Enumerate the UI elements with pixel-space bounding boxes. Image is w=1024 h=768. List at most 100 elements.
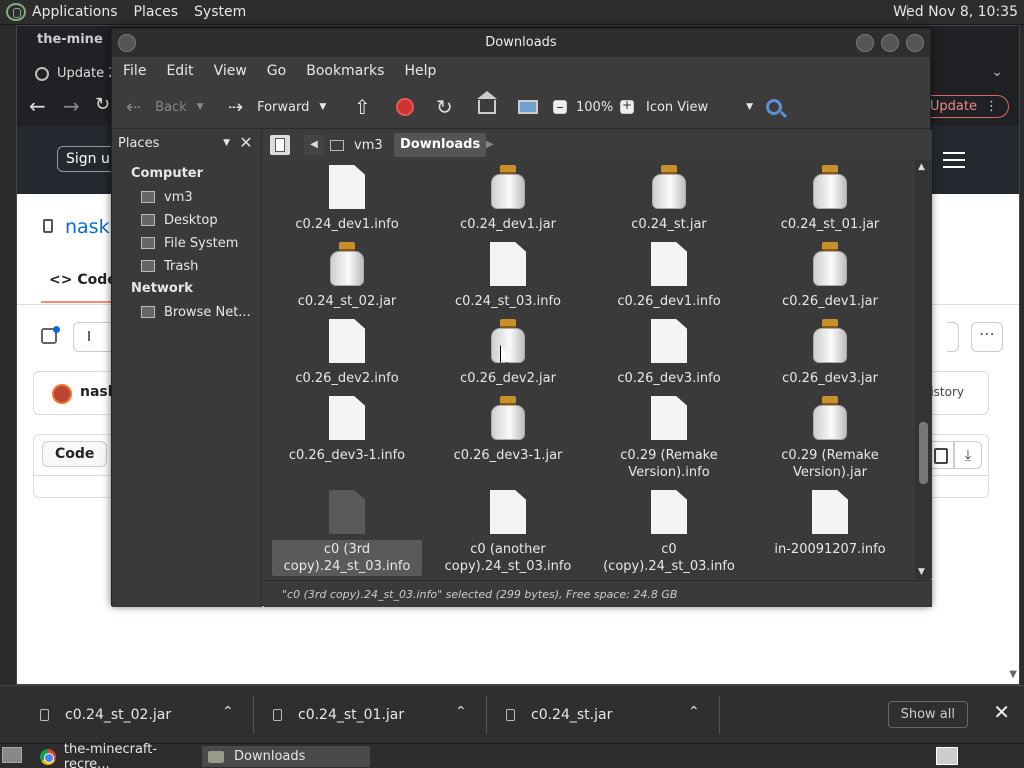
download-item[interactable]: c0.24_st_01.jar: [273, 686, 404, 744]
view-mode-select[interactable]: Icon View ▼: [646, 85, 753, 129]
scroll-down-arrow[interactable]: ▼: [918, 567, 925, 577]
home-button[interactable]: [477, 85, 497, 129]
download-icon[interactable]: ⤓: [954, 441, 982, 469]
menu-view[interactable]: View: [214, 63, 247, 79]
hamburger-menu-icon[interactable]: [943, 152, 965, 168]
download-item[interactable]: c0.24_st_02.jar: [40, 686, 171, 744]
back-button[interactable]: ⇠ Back ▼: [126, 85, 204, 129]
show-all-button[interactable]: Show all: [887, 701, 968, 728]
file-item[interactable]: c0.26_dev2.jar: [433, 319, 583, 388]
avatar[interactable]: [52, 384, 72, 404]
zoom-in-button[interactable]: [620, 85, 634, 129]
chevron-up-icon[interactable]: ⌃: [688, 704, 700, 720]
vertical-scrollbar[interactable]: ▲ ▼: [915, 160, 932, 579]
file-item[interactable]: c0.26_dev3-1.info: [272, 396, 422, 465]
chevron-up-icon[interactable]: ⌃: [455, 704, 467, 720]
file-item[interactable]: c0 (another copy).24_st_03.info: [433, 490, 583, 576]
file-item[interactable]: c0.26_dev1.info: [594, 242, 744, 311]
file-item[interactable]: c0.26_dev3-1.jar: [433, 396, 583, 465]
scrollbar-thumb[interactable]: [919, 422, 928, 484]
sidebar-item-browse-network[interactable]: Browse Net...: [141, 302, 251, 322]
back-button-label: Back: [155, 99, 187, 115]
zoom-out-button[interactable]: [553, 85, 567, 129]
file-item[interactable]: c0.26_dev3.jar: [755, 319, 905, 388]
menu-edit[interactable]: Edit: [166, 63, 193, 79]
side-pane-selector[interactable]: Places ▼: [118, 136, 230, 156]
sidebar-item-vm3[interactable]: vm3: [141, 187, 193, 207]
file-item[interactable]: c0.26_dev3.info: [594, 319, 744, 388]
close-icon[interactable]: ✕: [993, 700, 1010, 724]
file-item[interactable]: c0.29 (Remake Version).jar: [755, 396, 905, 482]
forward-button[interactable]: ⇢ Forward ▼: [228, 85, 326, 129]
sidebar-item-trash[interactable]: Trash: [141, 256, 198, 276]
sidebar-item-desktop[interactable]: Desktop: [141, 210, 218, 230]
file-item[interactable]: c0.26_dev2.info: [272, 319, 422, 388]
file-item-selected[interactable]: c0 (3rd copy).24_st_03.info: [272, 490, 422, 576]
menu-file[interactable]: File: [123, 63, 146, 79]
downloads-shelf: c0.24_st_02.jar ⌃ c0.24_st_01.jar ⌃ c0.2…: [0, 685, 1024, 743]
file-item[interactable]: c0.24_st_02.jar: [272, 242, 422, 311]
download-item[interactable]: c0.24_st.jar: [506, 686, 612, 744]
panel-menu-applications[interactable]: Applications: [32, 4, 118, 20]
file-item[interactable]: c0.26_dev1.jar: [755, 242, 905, 311]
taskbar-item-downloads[interactable]: Downloads: [202, 746, 370, 767]
scroll-down-arrow[interactable]: ▼: [1009, 669, 1017, 680]
path-scroll-left-icon[interactable]: ◀: [304, 135, 324, 155]
file-item[interactable]: c0.29 (Remake Version).info: [594, 396, 744, 482]
breadcrumb-current[interactable]: Downloads: [394, 133, 487, 157]
minimize-icon[interactable]: [856, 34, 874, 52]
code-button[interactable]: Code: [42, 441, 108, 467]
chevron-up-icon[interactable]: ⌃: [222, 704, 234, 720]
file-item[interactable]: c0.24_dev1.info: [272, 165, 422, 234]
text-file-icon: [812, 490, 848, 534]
scroll-up-arrow[interactable]: ▲: [918, 162, 925, 172]
chevron-down-icon: ▼: [746, 102, 754, 112]
text-file-icon: [490, 490, 526, 534]
browser-update-button[interactable]: Update ⋮: [918, 95, 1009, 118]
github-icon: [35, 66, 49, 81]
workspace-switcher-icon[interactable]: [936, 747, 958, 765]
chevron-down-icon[interactable]: ⌄: [991, 64, 1003, 80]
gnome-foot-icon[interactable]: [6, 3, 26, 21]
maximize-icon[interactable]: [881, 34, 899, 52]
stop-button[interactable]: [396, 85, 414, 129]
close-icon[interactable]: ✕: [236, 133, 256, 155]
forward-arrow-icon[interactable]: →: [63, 94, 80, 118]
panel-menu-system[interactable]: System: [194, 4, 246, 20]
computer-button[interactable]: [518, 85, 538, 129]
search-input-edge[interactable]: [947, 322, 959, 352]
chevron-down-icon[interactable]: ▼: [319, 102, 326, 112]
browser-update-button-label: Update: [929, 99, 977, 114]
file-item[interactable]: c0.24_st_03.info: [433, 242, 583, 311]
menu-go[interactable]: Go: [267, 63, 286, 79]
menu-bookmarks[interactable]: Bookmarks: [306, 63, 384, 79]
repo-name-link[interactable]: nask: [65, 216, 110, 238]
breadcrumb-home[interactable]: vm3: [330, 135, 383, 155]
browser-update-label: Update 2: [57, 66, 117, 81]
file-item[interactable]: c0.24_st_01.jar: [755, 165, 905, 234]
reload-icon[interactable]: ↻: [95, 94, 110, 115]
more-options-button[interactable]: ⋯: [971, 322, 1003, 352]
back-arrow-icon[interactable]: ←: [29, 94, 46, 118]
panel-clock[interactable]: Wed Nov 8, 10:35: [893, 4, 1018, 20]
show-desktop-icon[interactable]: [2, 747, 22, 763]
file-item[interactable]: c0.24_st.jar: [594, 165, 744, 234]
file-item[interactable]: c0 (copy).24_st_03.info: [594, 490, 744, 576]
sidebar-item-filesystem[interactable]: File System: [141, 233, 238, 253]
path-scroll-right-icon[interactable]: ▶: [486, 135, 494, 155]
edit-location-icon[interactable]: [270, 135, 290, 155]
file-item[interactable]: in-20091207.info: [755, 490, 905, 559]
reload-button[interactable]: ↻: [436, 85, 453, 129]
taskbar-item-browser[interactable]: the-minecraft-recre...: [34, 742, 202, 768]
browser-tab[interactable]: the-mine: [37, 32, 103, 47]
file-item[interactable]: c0.24_dev1.jar: [433, 165, 583, 234]
search-button[interactable]: [766, 85, 782, 129]
panel-menu-places[interactable]: Places: [134, 4, 179, 20]
up-button[interactable]: ⇧: [354, 85, 371, 129]
window-titlebar[interactable]: Downloads: [112, 29, 930, 57]
file-name: c0.26_dev1.info: [617, 294, 721, 309]
close-window-icon[interactable]: [906, 34, 924, 52]
menu-help[interactable]: Help: [404, 63, 436, 79]
chevron-down-icon[interactable]: ▼: [197, 102, 204, 112]
tab-code[interactable]: <> Code: [49, 272, 117, 288]
